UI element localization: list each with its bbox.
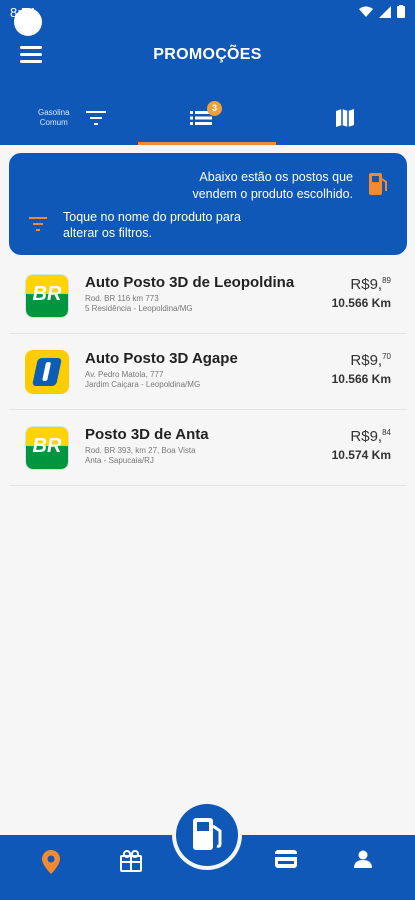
station-name: Auto Posto 3D de Leopoldina (85, 274, 295, 291)
nav-cards[interactable] (275, 850, 297, 873)
station-price: R$9,70 (350, 352, 391, 369)
station-row[interactable]: BR Auto Posto 3D de Leopoldina Rod. BR 1… (9, 258, 407, 334)
fuel-type-line2: Comum (39, 118, 68, 127)
br-logo: BR (25, 274, 69, 318)
tab-fuel-filter[interactable]: Gasolina Comum (0, 98, 138, 145)
nav-promotions[interactable] (120, 850, 142, 877)
station-row[interactable]: BR Posto 3D de Anta Rod. BR 393, km 27, … (9, 410, 407, 486)
tab-map[interactable] (277, 98, 415, 145)
station-distance: 10.566 Km (331, 372, 391, 386)
station-name: Posto 3D de Anta (85, 426, 209, 443)
location-pin-icon (42, 850, 60, 874)
address-line1: Rod. BR 116 km 773 (85, 294, 159, 303)
fuel-fab-button[interactable] (176, 804, 238, 866)
price-main: R$9, (350, 352, 383, 369)
address-line2: Jardim Caiçara - Leopoldina/MG (85, 380, 201, 389)
battery-icon (397, 5, 405, 18)
fuel-pump-icon (369, 173, 387, 195)
station-distance: 10.574 Km (331, 448, 391, 462)
address-line1: Av. Pedro Matola, 777 (85, 370, 164, 379)
status-bar: 8:54 (0, 0, 415, 36)
price-main: R$9, (350, 428, 383, 445)
active-tab-indicator (138, 142, 276, 145)
hint-line2: alterar os filtros. (63, 226, 152, 240)
station-row[interactable]: Auto Posto 3D Agape Av. Pedro Matola, 77… (9, 334, 407, 410)
count-badge: 3 (207, 101, 222, 116)
station-list: BR Auto Posto 3D de Leopoldina Rod. BR 1… (9, 258, 407, 486)
status-icons (359, 5, 405, 18)
fuel-pump-icon (193, 818, 222, 850)
filter-icon (29, 217, 47, 231)
wifi-icon (359, 6, 373, 17)
ipiranga-logo (25, 350, 69, 394)
signal-icon (379, 5, 391, 18)
map-icon (336, 109, 354, 127)
page-title: PROMOÇÕES (153, 46, 262, 63)
app-header: 8:54 PROMOÇÕES Gasolina Comum (0, 0, 415, 145)
station-address: Rod. BR 116 km 773 5 Residência - Leopol… (85, 294, 255, 314)
price-fraction: 70 (382, 352, 391, 361)
camera-cutout (14, 8, 42, 36)
logo-lettering: BR (32, 283, 62, 305)
gift-icon (120, 850, 142, 872)
station-address: Av. Pedro Matola, 777 Jardim Caiçara - L… (85, 370, 255, 390)
nav-location[interactable] (42, 850, 60, 879)
price-fraction: 89 (382, 276, 391, 285)
address-line2: 5 Residência - Leopoldina/MG (85, 304, 193, 313)
station-address: Rod. BR 393, km 27, Boa Vista Anta - Sap… (85, 446, 255, 466)
logo-mark (32, 358, 62, 386)
price-fraction: 84 (382, 428, 391, 437)
info-line2: vendem o produto escolhido. (192, 187, 353, 201)
person-icon (354, 850, 372, 868)
station-distance: 10.566 Km (331, 296, 391, 310)
logo-lettering: BR (32, 435, 62, 457)
fuel-type-line1: Gasolina (38, 108, 70, 117)
tab-list[interactable]: 3 (138, 98, 276, 145)
info-card: Abaixo estão os postos que vendem o prod… (9, 153, 407, 255)
address-line2: Anta - Sapucaia/RJ (85, 456, 154, 465)
station-price: R$9,89 (350, 276, 391, 293)
br-logo: BR (25, 426, 69, 470)
tab-bar: Gasolina Comum 3 (0, 98, 415, 145)
hint-line1: Toque no nome do produto para (63, 210, 241, 224)
info-message: Abaixo estão os postos que vendem o prod… (123, 169, 353, 203)
price-main: R$9, (350, 276, 383, 293)
address-line1: Rod. BR 393, km 27, Boa Vista (85, 446, 196, 455)
nav-profile[interactable] (354, 850, 372, 873)
station-name: Auto Posto 3D Agape (85, 350, 238, 367)
info-line1: Abaixo estão os postos que (199, 170, 353, 184)
filter-icon (86, 111, 106, 125)
card-icon (275, 850, 297, 868)
fuel-type-label: Gasolina Comum (38, 108, 70, 128)
filter-hint[interactable]: Toque no nome do produto para alterar os… (63, 209, 283, 241)
station-price: R$9,84 (350, 428, 391, 445)
